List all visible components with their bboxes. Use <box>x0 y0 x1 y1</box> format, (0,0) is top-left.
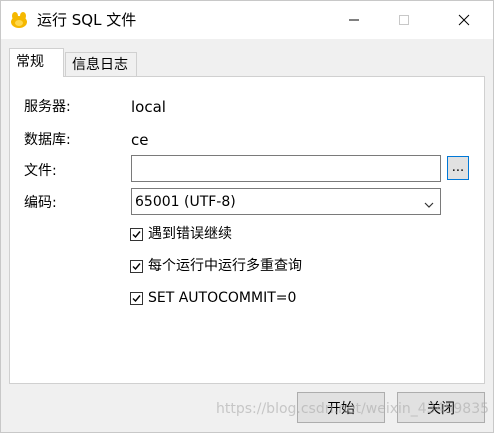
option-autocommit[interactable]: SET AUTOCOMMIT=0 <box>130 289 296 307</box>
close-icon <box>458 14 470 26</box>
file-input[interactable] <box>131 155 441 182</box>
window-title: 运行 SQL 文件 <box>37 11 137 29</box>
minimize-button[interactable] <box>331 1 377 39</box>
general-panel: 服务器: local 数据库: ce 文件: ... 编码: 65001 (UT… <box>9 76 485 384</box>
run-sql-file-dialog: 运行 SQL 文件 常规 信息日志 服务器: local 数据库: ce 文件: <box>0 0 494 433</box>
continue-on-error-checkbox[interactable] <box>130 227 143 241</box>
file-label: 文件: <box>24 163 57 179</box>
start-button[interactable]: 开始 <box>297 392 385 423</box>
checkmark-icon <box>132 294 141 302</box>
checkmark-icon <box>132 262 141 270</box>
multiple-queries-label: 每个运行中运行多重查询 <box>148 258 302 274</box>
database-value: ce <box>131 131 149 149</box>
encoding-label: 编码: <box>24 195 57 211</box>
navicat-app-icon <box>9 11 29 29</box>
maximize-icon <box>398 14 410 26</box>
close-window-button[interactable] <box>441 1 487 39</box>
checkmark-icon <box>132 230 141 238</box>
close-button[interactable]: 关闭 <box>397 392 485 423</box>
title-bar[interactable]: 运行 SQL 文件 <box>1 1 493 39</box>
autocommit-label: SET AUTOCOMMIT=0 <box>148 290 297 306</box>
tab-info-log[interactable]: 信息日志 <box>65 52 137 77</box>
tab-general[interactable]: 常规 <box>9 48 64 77</box>
maximize-button[interactable] <box>381 1 427 39</box>
server-label: 服务器: <box>24 99 71 115</box>
minimize-icon <box>348 14 360 26</box>
option-multiple-queries[interactable]: 每个运行中运行多重查询 <box>130 257 302 275</box>
server-value: local <box>131 98 166 116</box>
encoding-selected-value: 65001 (UTF-8) <box>135 194 236 210</box>
option-continue-on-error[interactable]: 遇到错误继续 <box>130 225 232 243</box>
chevron-down-icon <box>424 197 434 213</box>
autocommit-checkbox[interactable] <box>130 291 143 305</box>
multiple-queries-checkbox[interactable] <box>130 259 143 273</box>
browse-file-button[interactable]: ... <box>447 156 469 180</box>
continue-on-error-label: 遇到错误继续 <box>148 226 232 242</box>
encoding-select[interactable]: 65001 (UTF-8) <box>131 188 441 215</box>
database-label: 数据库: <box>24 132 71 148</box>
